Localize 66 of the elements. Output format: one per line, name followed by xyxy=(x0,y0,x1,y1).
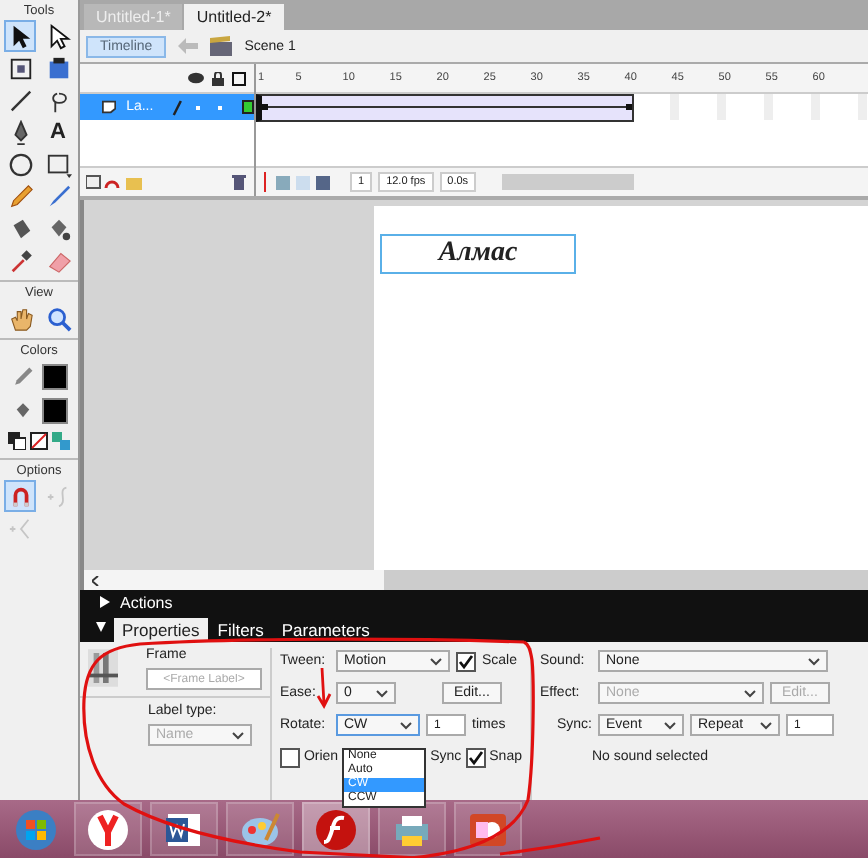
no-color-icon[interactable] xyxy=(30,432,48,450)
line-icon xyxy=(7,87,33,113)
gradient-icon xyxy=(45,55,71,81)
pencil-icon xyxy=(11,366,33,388)
panel-tab[interactable]: Filters xyxy=(209,618,272,642)
outline-icon[interactable] xyxy=(232,71,246,85)
yandex-icon xyxy=(86,807,130,851)
trash-icon[interactable] xyxy=(232,174,246,190)
stroke-color-swatch[interactable] xyxy=(41,364,67,390)
timeline-scrollbar[interactable] xyxy=(502,174,635,190)
caret-icon xyxy=(376,689,388,697)
straighten-icon xyxy=(7,515,33,541)
document-tab[interactable]: Untitled-2* xyxy=(184,4,284,30)
caret-icon xyxy=(400,721,412,729)
checkbox[interactable] xyxy=(456,651,476,671)
transform-icon xyxy=(7,55,33,81)
horizontal-scrollbar[interactable] xyxy=(80,570,868,590)
caret-icon xyxy=(744,689,756,697)
brush-icon xyxy=(45,183,71,209)
pencil-icon xyxy=(171,99,183,115)
caret-icon xyxy=(232,731,244,739)
fill-color-swatch[interactable] xyxy=(41,398,67,424)
lock-icon[interactable] xyxy=(212,71,224,85)
checkbox[interactable] xyxy=(465,747,486,767)
motion-tween-span[interactable] xyxy=(256,93,634,121)
text-tool[interactable]: A xyxy=(42,116,74,148)
panel-title: Actions xyxy=(120,593,173,611)
clapper-icon xyxy=(210,36,233,56)
arrow-tool[interactable] xyxy=(4,20,36,52)
smooth-icon xyxy=(45,483,71,509)
caret-icon xyxy=(664,721,676,729)
eraser-icon xyxy=(45,247,71,273)
magnet-tool[interactable] xyxy=(4,480,36,512)
paint-icon xyxy=(238,807,282,851)
rect-icon xyxy=(45,151,71,177)
checkbox[interactable] xyxy=(280,747,300,767)
start-icon xyxy=(14,807,58,851)
taskbar-button[interactable] xyxy=(302,802,370,856)
eyedropper-icon xyxy=(7,247,33,273)
pencil-icon xyxy=(7,183,33,209)
taskbar-button[interactable] xyxy=(150,802,218,856)
layer-icon xyxy=(102,100,117,114)
zoom-icon xyxy=(45,305,71,331)
oval-tool[interactable] xyxy=(4,148,36,180)
actions-panel-header[interactable]: Actions xyxy=(80,590,868,614)
caret-icon xyxy=(808,657,820,665)
hand-icon xyxy=(7,305,33,331)
playhead-icon[interactable] xyxy=(260,172,270,192)
expand-arrow-icon xyxy=(100,596,110,608)
caret-icon xyxy=(430,657,442,665)
panel-tab[interactable]: Parameters xyxy=(273,618,378,642)
freehand-arrow xyxy=(316,666,332,709)
panel-tab[interactable]: Properties xyxy=(114,618,208,642)
taskbar-button[interactable] xyxy=(378,802,446,856)
bucket-icon xyxy=(11,400,33,422)
subselect-icon xyxy=(45,23,71,49)
collapse-arrow-icon xyxy=(96,622,106,634)
swap-colors-icon[interactable] xyxy=(52,432,70,450)
eye-icon[interactable] xyxy=(188,72,204,84)
caret-icon xyxy=(760,721,772,729)
zoom-tool[interactable] xyxy=(42,302,74,334)
outline-color-square[interactable] xyxy=(241,100,254,114)
oval-icon xyxy=(7,151,33,177)
stage-text[interactable]: Алмас xyxy=(380,234,576,274)
scroll-left-icon[interactable] xyxy=(92,575,100,585)
default-colors-icon[interactable] xyxy=(8,432,26,450)
